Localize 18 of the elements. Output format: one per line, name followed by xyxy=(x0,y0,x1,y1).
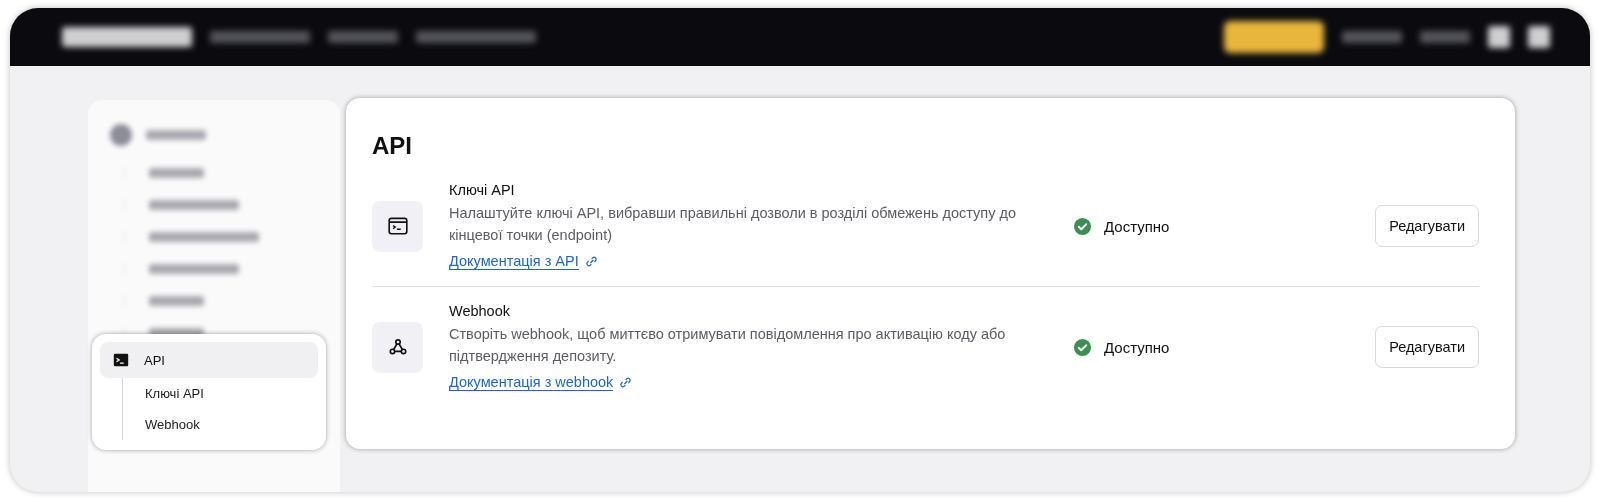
sidebar-subitem[interactable]: Ключі API xyxy=(122,378,318,409)
status-label: Доступно xyxy=(1104,338,1170,356)
section-description: Створіть webhook, щоб миттєво отримувати повідомлення про активацію коду або підтвердження депозиту. xyxy=(449,325,1007,366)
link-icon xyxy=(619,376,633,389)
edit-button[interactable]: Редагувати xyxy=(1375,205,1479,247)
documentation-link[interactable]: Документація з API xyxy=(449,253,598,270)
section-title: Webhook xyxy=(449,303,511,319)
documentation-link[interactable]: Документація з webhook xyxy=(449,374,633,391)
sidebar-subitem[interactable]: Webhook xyxy=(122,409,318,440)
edit-button[interactable]: Редагувати xyxy=(1375,326,1479,368)
status-label: Доступно xyxy=(1104,217,1170,235)
sidebar-item[interactable]: API xyxy=(100,342,318,378)
terminal-icon xyxy=(112,351,130,369)
section-title: Ключі API xyxy=(449,182,516,198)
terminal-icon xyxy=(386,215,409,237)
link-icon xyxy=(584,255,598,268)
section-description: Налаштуйте ключі API, вибравши правильні дозволи в розділі обмежень доступу до кінцевої точки (endpoint) xyxy=(449,204,1017,245)
page-title: API xyxy=(372,132,413,160)
